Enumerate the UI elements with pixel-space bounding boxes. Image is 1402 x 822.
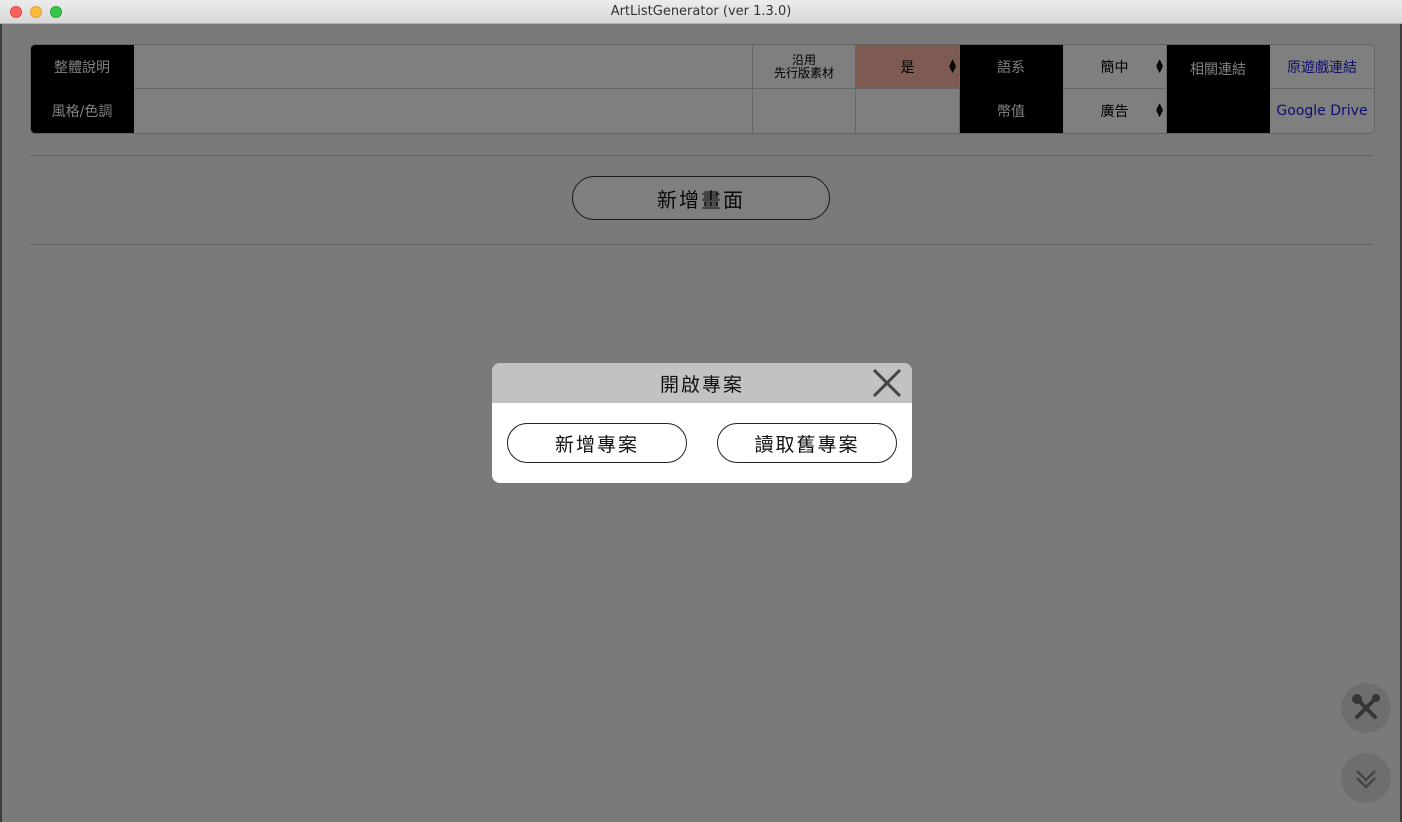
dialog-header: 開啟專案 (492, 363, 912, 403)
window-title: ArtListGenerator (ver 1.3.0) (610, 4, 792, 19)
load-project-button[interactable]: 讀取舊專案 (717, 423, 897, 463)
close-icon[interactable] (870, 366, 904, 400)
new-project-button[interactable]: 新增專案 (507, 423, 687, 463)
dialog-title: 開啟專案 (659, 373, 744, 396)
open-project-dialog: 開啟專案 新增專案 讀取舊專案 (492, 363, 912, 483)
window-titlebar: ArtListGenerator (ver 1.3.0) (0, 0, 1402, 24)
